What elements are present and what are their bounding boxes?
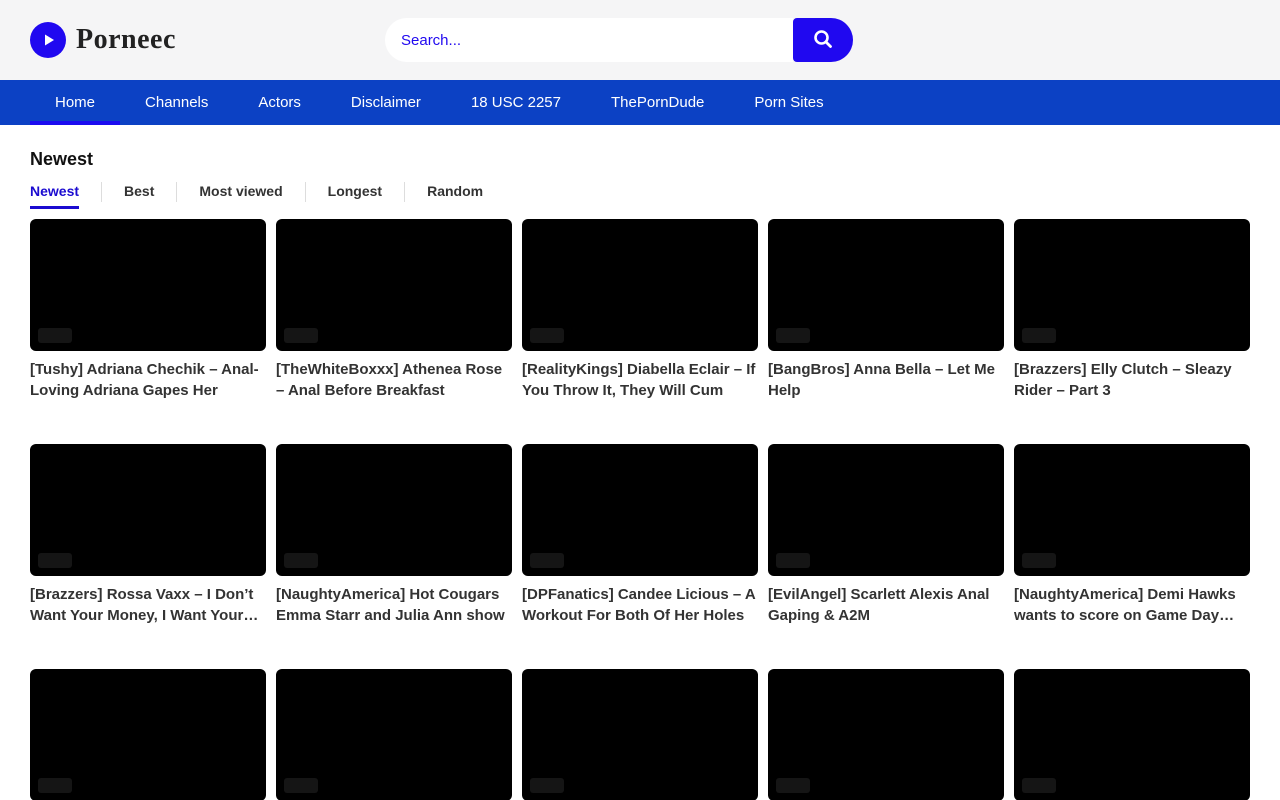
video-grid: [Tushy] Adriana Chechik – Anal-Loving Ad… — [30, 219, 1250, 800]
search-input[interactable] — [385, 18, 793, 62]
video-card[interactable]: [TheWhiteBoxxx] Athenea Rose – Anal Befo… — [276, 219, 512, 401]
duration-badge — [284, 778, 318, 793]
video-thumbnail[interactable] — [768, 219, 1004, 351]
main-content: Newest Newest Best Most viewed Longest R… — [0, 149, 1280, 800]
video-card[interactable]: [NaughtyAmerica] Demi Hawks wants to sco… — [1014, 444, 1250, 626]
tab-divider — [101, 182, 102, 202]
video-card[interactable]: [Brazzers] Elly Clutch – Sleazy Rider – … — [1014, 219, 1250, 401]
nav-item-disclaimer[interactable]: Disclaimer — [326, 80, 446, 125]
duration-badge — [38, 328, 72, 343]
duration-badge — [1022, 778, 1056, 793]
tab-best[interactable]: Best — [124, 183, 154, 209]
video-title[interactable]: [RealityKings] Diabella Eclair – If You … — [522, 359, 758, 401]
video-thumbnail[interactable] — [276, 219, 512, 351]
tab-divider — [305, 182, 306, 202]
video-card[interactable] — [1014, 669, 1250, 800]
search-button[interactable] — [793, 18, 853, 62]
duration-badge — [1022, 553, 1056, 568]
video-thumbnail[interactable] — [522, 669, 758, 800]
nav-item-porn-sites[interactable]: Porn Sites — [729, 80, 848, 125]
video-title[interactable]: [Brazzers] Rossa Vaxx – I Don’t Want You… — [30, 584, 266, 626]
tab-most-viewed[interactable]: Most viewed — [199, 183, 282, 209]
tab-divider — [176, 182, 177, 202]
duration-badge — [776, 778, 810, 793]
sort-tabs: Newest Best Most viewed Longest Random — [30, 182, 1250, 209]
video-card[interactable] — [30, 669, 266, 800]
duration-badge — [284, 553, 318, 568]
video-title[interactable]: [Brazzers] Elly Clutch – Sleazy Rider – … — [1014, 359, 1250, 401]
search-bar — [385, 18, 853, 62]
video-title[interactable]: [BangBros] Anna Bella – Let Me Help — [768, 359, 1004, 401]
video-card[interactable]: [EvilAngel] Scarlett Alexis Anal Gaping … — [768, 444, 1004, 626]
duration-badge — [1022, 328, 1056, 343]
video-thumbnail[interactable] — [1014, 444, 1250, 576]
video-thumbnail[interactable] — [522, 444, 758, 576]
video-card[interactable]: [DPFanatics] Candee Licious – A Workout … — [522, 444, 758, 626]
page-title: Newest — [30, 149, 1250, 170]
video-thumbnail[interactable] — [1014, 669, 1250, 800]
video-title[interactable]: [NaughtyAmerica] Demi Hawks wants to sco… — [1014, 584, 1250, 626]
video-thumbnail[interactable] — [768, 444, 1004, 576]
video-title[interactable]: [EvilAngel] Scarlett Alexis Anal Gaping … — [768, 584, 1004, 626]
video-thumbnail[interactable] — [30, 669, 266, 800]
nav-item-18-usc-2257[interactable]: 18 USC 2257 — [446, 80, 586, 125]
site-logo[interactable]: Porneec — [30, 22, 176, 58]
duration-badge — [284, 328, 318, 343]
duration-badge — [530, 553, 564, 568]
nav-item-home[interactable]: Home — [30, 80, 120, 125]
video-thumbnail[interactable] — [1014, 219, 1250, 351]
video-title[interactable]: [NaughtyAmerica] Hot Cougars Emma Starr … — [276, 584, 512, 626]
tab-random[interactable]: Random — [427, 183, 483, 209]
duration-badge — [38, 778, 72, 793]
play-icon — [30, 22, 66, 58]
search-icon — [811, 27, 835, 54]
nav-item-theporndude[interactable]: ThePornDude — [586, 80, 729, 125]
video-card[interactable]: [Brazzers] Rossa Vaxx – I Don’t Want You… — [30, 444, 266, 626]
site-header: Porneec — [0, 0, 1280, 80]
duration-badge — [38, 553, 72, 568]
video-card[interactable]: [Tushy] Adriana Chechik – Anal-Loving Ad… — [30, 219, 266, 401]
video-title[interactable]: [DPFanatics] Candee Licious – A Workout … — [522, 584, 758, 626]
duration-badge — [776, 328, 810, 343]
nav-item-channels[interactable]: Channels — [120, 80, 233, 125]
video-thumbnail[interactable] — [276, 669, 512, 800]
duration-badge — [530, 328, 564, 343]
tab-longest[interactable]: Longest — [328, 183, 382, 209]
video-card[interactable] — [276, 669, 512, 800]
video-card[interactable] — [768, 669, 1004, 800]
video-card[interactable]: [BangBros] Anna Bella – Let Me Help — [768, 219, 1004, 401]
video-thumbnail[interactable] — [30, 444, 266, 576]
video-thumbnail[interactable] — [276, 444, 512, 576]
duration-badge — [776, 553, 810, 568]
main-nav: Home Channels Actors Disclaimer 18 USC 2… — [0, 80, 1280, 125]
duration-badge — [530, 778, 564, 793]
nav-item-actors[interactable]: Actors — [233, 80, 326, 125]
video-thumbnail[interactable] — [30, 219, 266, 351]
video-card[interactable]: [RealityKings] Diabella Eclair – If You … — [522, 219, 758, 401]
tab-newest[interactable]: Newest — [30, 183, 79, 209]
video-thumbnail[interactable] — [522, 219, 758, 351]
tab-divider — [404, 182, 405, 202]
video-title[interactable]: [Tushy] Adriana Chechik – Anal-Loving Ad… — [30, 359, 266, 401]
video-title[interactable]: [TheWhiteBoxxx] Athenea Rose – Anal Befo… — [276, 359, 512, 401]
video-card[interactable]: [NaughtyAmerica] Hot Cougars Emma Starr … — [276, 444, 512, 626]
video-thumbnail[interactable] — [768, 669, 1004, 800]
site-name: Porneec — [76, 24, 176, 56]
video-card[interactable] — [522, 669, 758, 800]
